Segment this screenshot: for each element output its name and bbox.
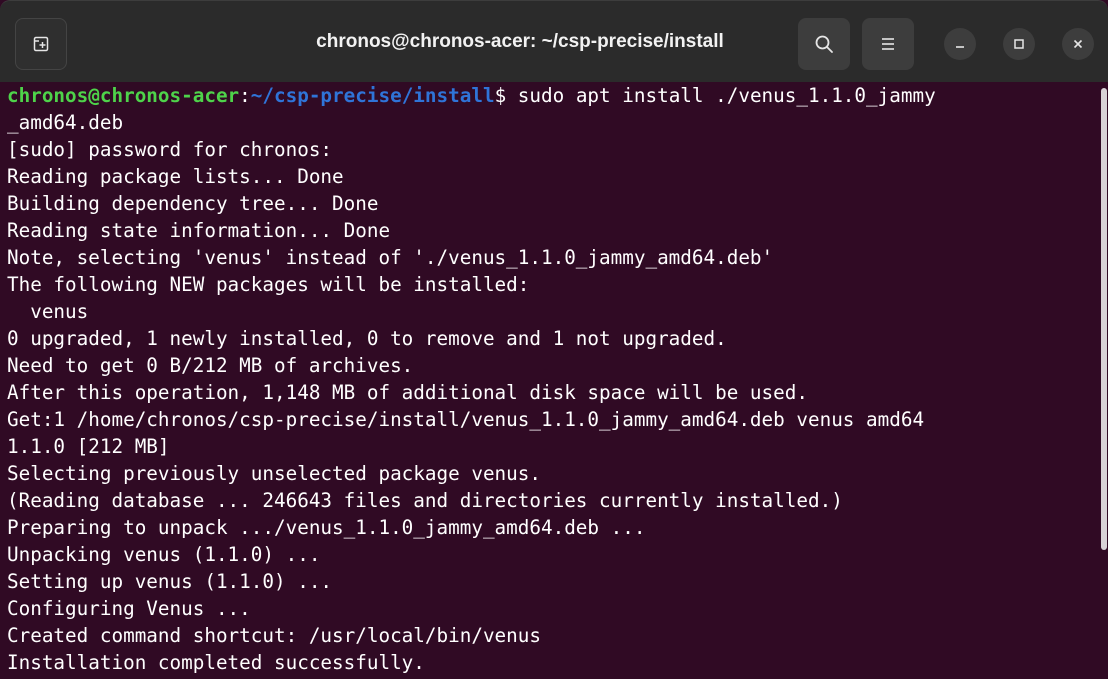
output-line: 0 upgraded, 1 newly installed, 0 to remo… [7,327,727,350]
maximize-button[interactable] [1003,28,1035,60]
output-line: _amd64.deb [7,111,124,134]
output-line: Installation completed successfully. [7,651,425,674]
prompt-separator: : [239,84,251,107]
output-line: Preparing to unpack .../venus_1.1.0_jamm… [7,516,646,539]
output-line: Note, selecting 'venus' instead of './ve… [7,246,774,269]
output-line: The following NEW packages will be insta… [7,273,530,296]
new-tab-button[interactable] [15,18,67,70]
prompt-path: ~/csp-precise/install [250,84,495,107]
search-icon [815,35,833,53]
output-line: [sudo] password for chronos: [7,138,333,161]
output-line: Get:1 /home/chronos/csp-precise/install/… [7,408,925,431]
output-line: Reading state information... Done [7,219,391,242]
output-line: Unpacking venus (1.1.0) ... [7,543,321,566]
prompt-user: chronos@chronos-acer [7,84,240,107]
minimize-icon [956,46,964,48]
title-bar: chronos@chronos-acer: ~/csp-precise/inst… [0,0,1108,82]
minimize-button[interactable] [944,28,976,60]
maximize-icon [1014,39,1024,49]
prompt-command: sudo apt install ./venus_1.1.0_jammy [506,84,936,107]
output-line: Building dependency tree... Done [7,192,379,215]
menu-button[interactable] [862,18,914,70]
output-line: Need to get 0 B/212 MB of archives. [7,354,414,377]
scrollbar-thumb[interactable] [1101,88,1107,550]
output-line: Reading package lists... Done [7,165,344,188]
prompt-symbol: $ [494,84,507,107]
terminal-output[interactable]: chronos@chronos-acer:~/csp-precise/insta… [0,82,1100,679]
output-line: After this operation, 1,148 MB of additi… [7,381,808,404]
close-button[interactable] [1062,28,1094,60]
output-line: 1.1.0 [212 MB] [7,435,170,458]
output-line: Created command shortcut: /usr/local/bin… [7,624,541,647]
prompt-line: chronos@chronos-acer:~/csp-precise/insta… [7,82,936,109]
output-line: Selecting previously unselected package … [7,462,541,485]
output-line: (Reading database ... 246643 files and d… [7,489,843,512]
output-line: venus [7,300,89,323]
hamburger-menu-icon [882,38,894,50]
output-line: Configuring Venus ... [7,597,251,620]
terminal-window: chronos@chronos-acer: ~/csp-precise/inst… [0,0,1108,679]
output-line: Setting up venus (1.1.0) ... [7,570,333,593]
search-button[interactable] [798,18,850,70]
window-title: chronos@chronos-acer: ~/csp-precise/inst… [316,31,724,52]
close-icon [1073,39,1083,49]
new-tab-icon [33,36,49,52]
